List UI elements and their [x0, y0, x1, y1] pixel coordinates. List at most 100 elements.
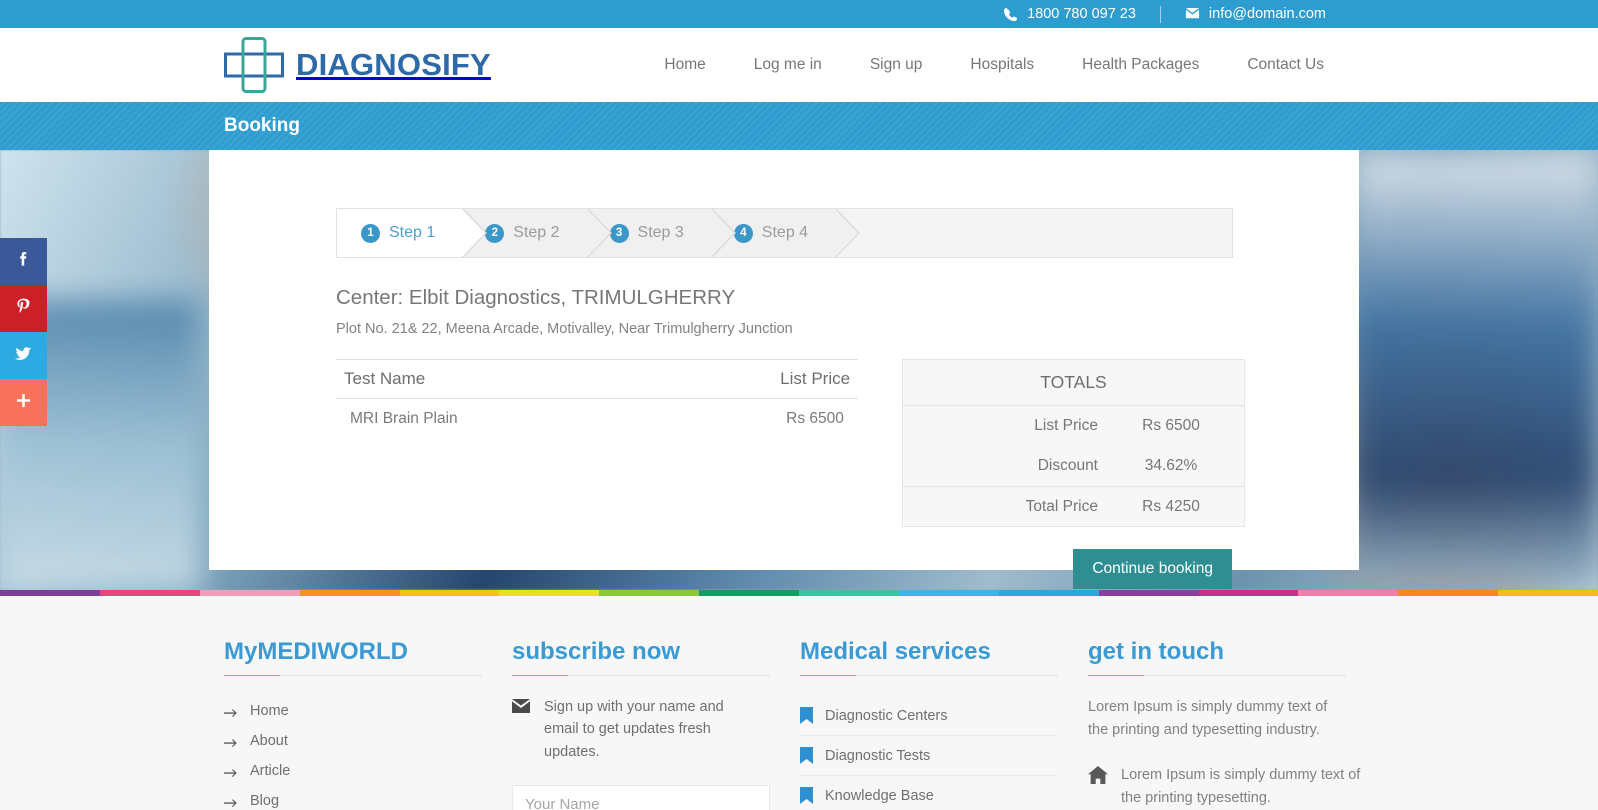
- step-1-label: Step 1: [389, 224, 436, 241]
- footer-link-about[interactable]: About: [224, 726, 512, 756]
- footer-link-article[interactable]: Article: [224, 756, 512, 786]
- footer-link-label: Knowledge Base: [825, 787, 934, 804]
- footer-link-label: Diagnostic Tests: [825, 747, 931, 764]
- footer-link-diagnostic-centers[interactable]: Diagnostic Centers: [800, 696, 1058, 736]
- column-header-test-name: Test Name: [336, 359, 461, 399]
- footer-link-label: Diagnostic Centers: [825, 707, 948, 724]
- tests-table-header-row: Test Name List Price: [336, 359, 858, 399]
- footer-heading-medical-services: Medical services: [800, 638, 991, 665]
- facebook-icon: [13, 249, 34, 274]
- cell-list-price: Rs 6500: [786, 410, 844, 427]
- totals-row-discount: Discount 34.62%: [903, 446, 1244, 486]
- footer-heading-get-in-touch: get in touch: [1088, 638, 1224, 665]
- top-contact-bar: 1800 780 097 23 info@domain.com: [0, 0, 1598, 28]
- arrow-right-icon: [224, 766, 239, 777]
- phone-icon: [1003, 7, 1018, 22]
- topbar-divider: [1159, 5, 1161, 23]
- nav-item-contact-us[interactable]: Contact Us: [1223, 56, 1348, 74]
- nav-item-home[interactable]: Home: [640, 56, 729, 74]
- table-row: MRI Brain Plain Rs 6500: [336, 399, 858, 440]
- footer-link-knowledge-base[interactable]: Knowledge Base: [800, 776, 1058, 810]
- step-2-number: 2: [485, 223, 505, 243]
- tests-panel: Test Name List Price MRI Brain Plain Rs …: [336, 359, 858, 527]
- footer-link-label: Blog: [250, 793, 280, 809]
- share-facebook-button[interactable]: [0, 238, 47, 285]
- footer-heading-mymediworld: MyMEDIWORLD: [224, 638, 408, 665]
- arrow-right-icon: [224, 736, 239, 747]
- footer-heading-rule: [800, 675, 1058, 676]
- site-footer: MyMEDIWORLD Home About Article Blog subs…: [0, 596, 1598, 810]
- center-name: Center: Elbit Diagnostics, TRIMULGHERRY: [336, 286, 736, 309]
- phone-contact[interactable]: 1800 780 097 23: [1003, 6, 1136, 22]
- footer-column-get-in-touch: get in touch Lorem Ipsum is simply dummy…: [1088, 638, 1374, 810]
- site-logo[interactable]: DIAGNOSIFY: [224, 37, 491, 93]
- nav-item-hospitals[interactable]: Hospitals: [946, 56, 1058, 74]
- hero-blur-right: [1350, 150, 1598, 590]
- nav-item-log-me-in[interactable]: Log me in: [730, 56, 846, 74]
- footer-link-blog[interactable]: Blog: [224, 786, 512, 810]
- step-1-number: 1: [361, 223, 380, 243]
- footer-column-mymediworld: MyMEDIWORLD Home About Article Blog: [224, 638, 512, 810]
- wizard-step-1[interactable]: 1 Step 1: [337, 209, 488, 257]
- email-address: info@domain.com: [1208, 6, 1326, 22]
- step-3-label: Step 3: [637, 224, 684, 241]
- footer-link-label: Home: [250, 703, 289, 719]
- get-in-touch-address-text: Lorem Ipsum is simply dummy text of the …: [1121, 766, 1361, 806]
- nav-item-sign-up[interactable]: Sign up: [846, 56, 947, 74]
- column-header-list-price: List Price: [460, 359, 858, 399]
- footer-link-home[interactable]: Home: [224, 696, 512, 726]
- arrow-right-icon: [224, 706, 239, 717]
- arrow-right-icon: [224, 796, 239, 807]
- totals-row-total-price: Total Price Rs 4250: [903, 486, 1244, 527]
- step-wizard: 1 Step 1 2 Step 2 3 Step 3 4 Step 4: [336, 208, 1233, 258]
- home-icon: [1088, 764, 1108, 810]
- footer-heading-rule: [512, 675, 770, 676]
- page-banner: Booking: [0, 102, 1598, 150]
- envelope-icon: [1185, 7, 1200, 22]
- logo-wordmark: DIAGNOSIFY: [296, 47, 491, 82]
- email-contact[interactable]: info@domain.com: [1185, 6, 1326, 22]
- main-navigation: Home Log me in Sign up Hospitals Health …: [640, 56, 1348, 74]
- cell-test-name: MRI Brain Plain: [350, 410, 458, 427]
- totals-label-discount: Discount: [1037, 457, 1098, 474]
- bookmark-icon: [800, 787, 813, 804]
- footer-link-label: Article: [250, 763, 291, 779]
- get-in-touch-address: Lorem Ipsum is simply dummy text of the …: [1088, 764, 1364, 810]
- subscribe-note-text: Sign up with your name and email to get …: [544, 699, 724, 760]
- totals-value-discount: 34.62%: [1144, 457, 1198, 474]
- pinterest-icon: [13, 296, 34, 321]
- totals-label-list-price: List Price: [1034, 417, 1098, 434]
- booking-card: 1 Step 1 2 Step 2 3 Step 3 4 Step 4 Cent…: [209, 150, 1359, 589]
- share-pinterest-button[interactable]: [0, 285, 47, 332]
- footer-heading-rule: [1088, 675, 1346, 676]
- page-title: Booking: [224, 115, 300, 136]
- footer-column-medical-services: Medical services Diagnostic Centers Diag…: [800, 638, 1088, 810]
- step-3-number: 3: [609, 223, 629, 243]
- bookmark-icon: [800, 707, 813, 724]
- booking-columns: Test Name List Price MRI Brain Plain Rs …: [336, 359, 1359, 527]
- footer-heading-rule: [224, 675, 482, 676]
- totals-value-total-price: Rs 4250: [1142, 498, 1200, 515]
- social-share-rail: [0, 238, 47, 426]
- medical-cross-icon: [224, 37, 284, 93]
- totals-heading: TOTALS: [903, 360, 1244, 406]
- nav-item-health-packages[interactable]: Health Packages: [1058, 56, 1223, 74]
- subscribe-note: Sign up with your name and email to get …: [512, 696, 760, 763]
- share-more-button[interactable]: [0, 379, 47, 426]
- twitter-icon: [13, 343, 34, 368]
- envelope-icon: [512, 698, 530, 763]
- booking-actions: Continue booking: [209, 549, 1232, 589]
- footer-link-label: About: [250, 733, 288, 749]
- plus-icon: [13, 390, 34, 415]
- totals-row-list-price: List Price Rs 6500: [903, 406, 1244, 446]
- totals-label-total-price: Total Price: [1025, 498, 1098, 515]
- tests-table: Test Name List Price MRI Brain Plain Rs …: [336, 359, 858, 439]
- footer-heading-subscribe: subscribe now: [512, 638, 681, 665]
- footer-link-diagnostic-tests[interactable]: Diagnostic Tests: [800, 736, 1058, 776]
- continue-booking-button[interactable]: Continue booking: [1073, 549, 1232, 589]
- wizard-filler: [834, 209, 1232, 257]
- share-twitter-button[interactable]: [0, 332, 47, 379]
- step-4-label: Step 4: [761, 224, 809, 241]
- subscribe-name-input[interactable]: [512, 785, 770, 810]
- get-in-touch-text: Lorem Ipsum is simply dummy text of the …: [1088, 699, 1328, 738]
